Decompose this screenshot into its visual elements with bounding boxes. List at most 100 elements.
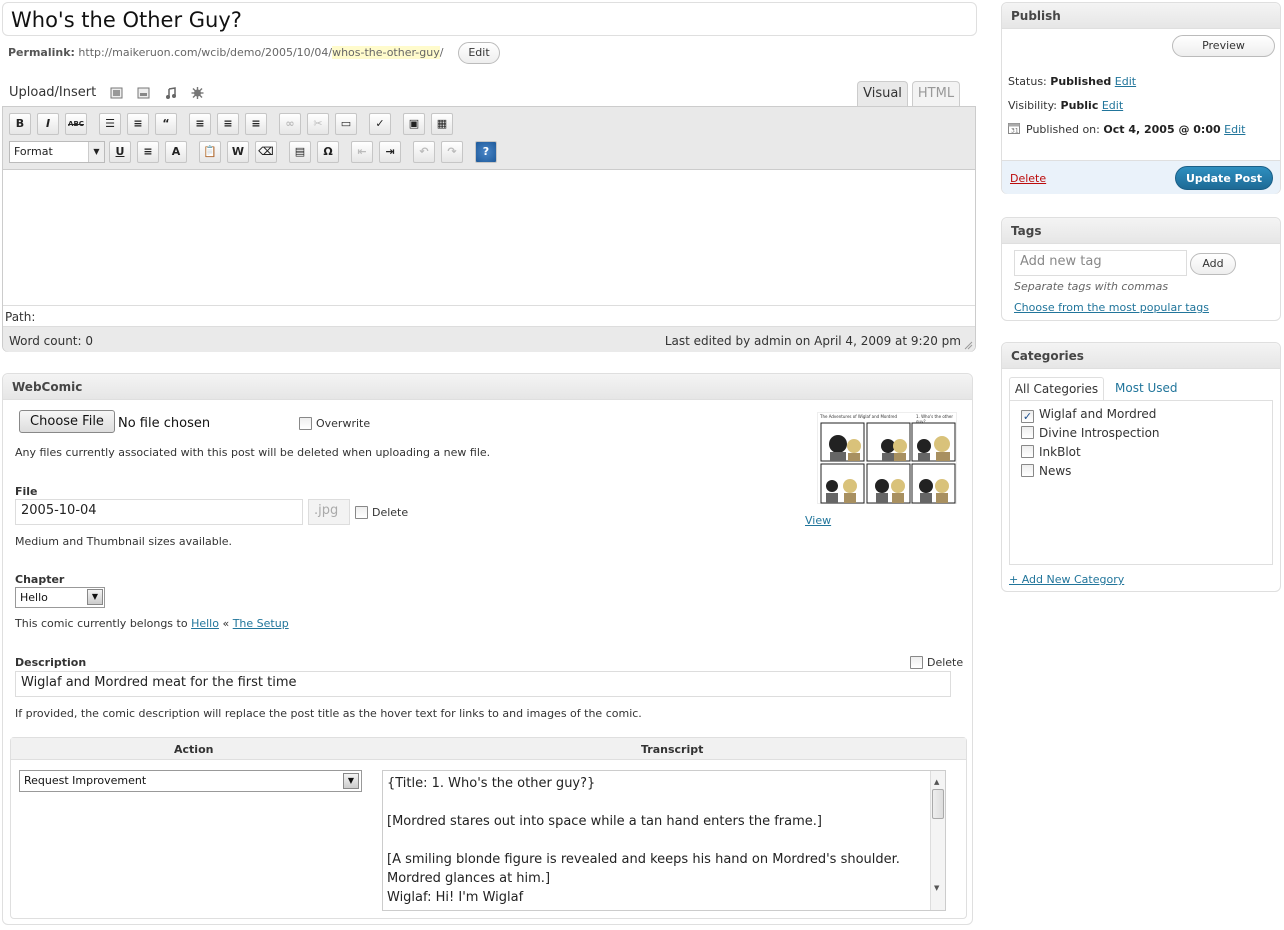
paste-text-button[interactable]: 📋 <box>199 141 221 163</box>
publish-heading: Publish <box>1002 3 1280 29</box>
status-row: Status: Published Edit <box>1008 75 1136 88</box>
tab-visual[interactable]: Visual <box>857 81 908 106</box>
align-center-button[interactable]: ≡ <box>217 113 239 135</box>
category-item[interactable]: Divine Introspection <box>1021 426 1160 440</box>
status-edit-link[interactable]: Edit <box>1115 75 1136 88</box>
add-tag-button[interactable]: Add <box>1190 253 1236 275</box>
paste-word-button[interactable]: W <box>227 141 249 163</box>
permalink-label: Permalink: <box>8 46 75 59</box>
permalink-edit-button[interactable]: Edit <box>458 42 500 64</box>
align-left-button[interactable]: ≡ <box>189 113 211 135</box>
unlink-button[interactable]: ✂ <box>307 113 329 135</box>
popular-tags-link[interactable]: Choose from the most popular tags <box>1014 301 1209 314</box>
transcript-line <box>387 793 941 812</box>
overwrite-checkbox[interactable] <box>299 417 312 430</box>
chapter-link-hello[interactable]: Hello <box>191 617 219 630</box>
webcomic-heading: WebComic <box>3 374 972 400</box>
add-media-icon[interactable] <box>191 87 204 99</box>
justify-button[interactable]: ≡ <box>137 141 159 163</box>
indent-button[interactable]: ⇥ <box>379 141 401 163</box>
add-new-category-link[interactable]: + Add New Category <box>1009 573 1124 586</box>
undo-button[interactable]: ↶ <box>413 141 435 163</box>
editor-content-area[interactable] <box>3 170 975 305</box>
underline-button[interactable]: U <box>109 141 131 163</box>
preview-button[interactable]: Preview <box>1172 35 1275 57</box>
category-label: InkBlot <box>1039 445 1081 459</box>
resize-handle-icon[interactable] <box>963 340 973 350</box>
remove-format-button[interactable]: ⌫ <box>255 141 277 163</box>
insert-media-button[interactable]: ▤ <box>289 141 311 163</box>
outdent-button[interactable]: ⇤ <box>351 141 373 163</box>
transcript-line: Mordred glances at him.] <box>387 871 551 886</box>
permalink-slug[interactable]: whos-the-other-guy <box>332 46 440 59</box>
add-video-icon[interactable] <box>137 87 150 99</box>
comic-thumbnail[interactable]: The Adventures of Wiglaf and Mordred 1. … <box>817 412 957 504</box>
category-item[interactable]: News <box>1021 464 1071 478</box>
webcomic-box: WebComic Choose File No file chosen Over… <box>2 373 973 925</box>
transcript-textarea[interactable]: {Title: 1. Who's the other guy?} [Mordred… <box>382 770 946 911</box>
tags-heading: Tags <box>1002 218 1280 244</box>
tab-html[interactable]: HTML <box>912 81 960 106</box>
special-char-button[interactable]: Ω <box>317 141 339 163</box>
text-color-button[interactable]: A <box>165 141 187 163</box>
publish-box: Publish Preview Status: Published Edit V… <box>1001 2 1281 194</box>
add-audio-icon[interactable] <box>164 87 177 99</box>
tag-input[interactable]: Add new tag <box>1014 250 1187 276</box>
scroll-down-icon[interactable]: ▼ <box>934 879 939 898</box>
more-tag-button[interactable]: ▭ <box>335 113 357 135</box>
editor-path: Path: <box>3 305 975 325</box>
visibility-value: Public <box>1060 99 1099 112</box>
view-comic-link[interactable]: View <box>805 514 831 527</box>
redo-button[interactable]: ↷ <box>441 141 463 163</box>
category-checkbox[interactable] <box>1021 445 1034 458</box>
bold-button[interactable]: B <box>9 113 31 135</box>
editor-status-bar: Word count: 0 Last edited by admin on Ap… <box>3 326 975 352</box>
fullscreen-button[interactable]: ▣ <box>403 113 425 135</box>
chapter-select[interactable]: Hello ▼ <box>15 587 105 608</box>
file-delete-checkbox[interactable] <box>355 506 368 519</box>
post-title-text: Who's the Other Guy? <box>11 8 242 32</box>
chevron-down-icon: ▼ <box>87 589 103 605</box>
blockquote-button[interactable]: “ <box>155 113 177 135</box>
align-right-button[interactable]: ≡ <box>245 113 267 135</box>
help-button[interactable]: ? <box>475 141 497 163</box>
transcript-line: Wiglaf: Hi! I'm Wiglaf <box>387 890 524 905</box>
post-title-input[interactable]: Who's the Other Guy? <box>2 2 977 36</box>
numbered-list-button[interactable]: ≡ <box>127 113 149 135</box>
category-item[interactable]: ✓ Wiglaf and Mordred <box>1021 407 1156 423</box>
tags-hint: Separate tags with commas <box>1014 280 1169 293</box>
tab-all-categories[interactable]: All Categories <box>1009 377 1104 400</box>
delete-post-link[interactable]: Delete <box>1010 172 1046 185</box>
kitchen-sink-button[interactable]: ▦ <box>431 113 453 135</box>
add-image-icon[interactable] <box>110 87 123 99</box>
strikethrough-button[interactable]: ABC <box>65 113 87 135</box>
transcript-table-header: Action Transcript <box>11 738 966 760</box>
description-delete-checkbox[interactable] <box>910 656 923 669</box>
action-select[interactable]: Request Improvement ▼ <box>19 770 362 792</box>
bullet-list-button[interactable]: ☰ <box>99 113 121 135</box>
transcript-line: {Title: 1. Who's the other guy?} <box>387 776 596 791</box>
italic-button[interactable]: I <box>37 113 59 135</box>
description-input[interactable]: Wiglaf and Mordred meat for the first ti… <box>15 671 951 697</box>
category-checkbox[interactable]: ✓ <box>1021 410 1034 423</box>
category-label: News <box>1039 464 1072 478</box>
scrollbar-thumb[interactable] <box>932 789 944 819</box>
category-item[interactable]: InkBlot <box>1021 445 1081 459</box>
format-select[interactable]: Format ▼ <box>9 141 105 163</box>
file-label: File <box>15 485 38 498</box>
chapter-select-value: Hello <box>20 591 48 604</box>
spellcheck-button[interactable]: ✓ <box>369 113 391 135</box>
chapter-link-setup[interactable]: The Setup <box>233 617 289 630</box>
categories-heading: Categories <box>1002 343 1280 369</box>
update-post-button[interactable]: Update Post <box>1175 166 1273 190</box>
tab-most-used[interactable]: Most Used <box>1115 381 1178 395</box>
file-name-input[interactable]: 2005-10-04 <box>15 499 303 525</box>
transcript-scrollbar[interactable]: ▲ ▼ <box>930 771 945 910</box>
published-edit-link[interactable]: Edit <box>1224 123 1245 136</box>
action-select-value: Request Improvement <box>24 774 147 787</box>
visibility-edit-link[interactable]: Edit <box>1102 99 1123 112</box>
link-button[interactable]: ∞ <box>279 113 301 135</box>
category-checkbox[interactable] <box>1021 426 1034 439</box>
category-checkbox[interactable] <box>1021 464 1034 477</box>
choose-file-button[interactable]: Choose File <box>19 410 115 433</box>
